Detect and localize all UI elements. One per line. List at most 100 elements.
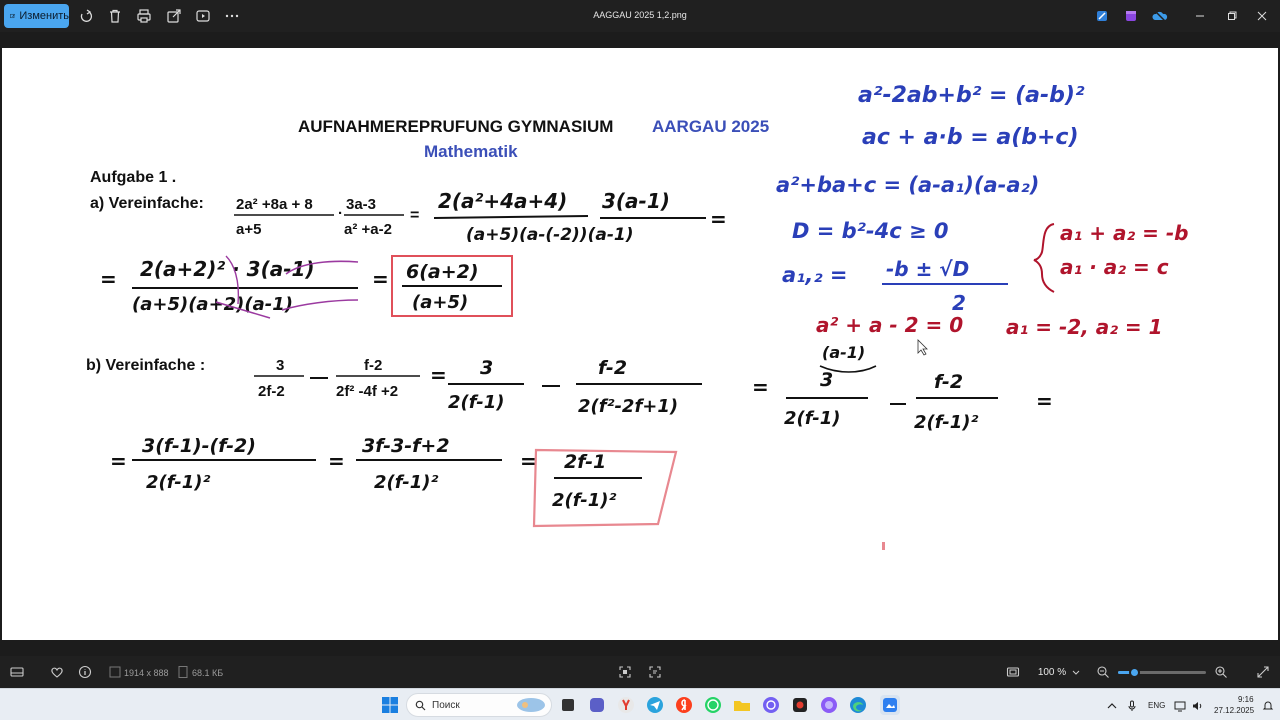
note-formula-1: a²-2ab+b² = (a-b)² <box>858 83 1085 108</box>
hw-b-step2-f2-denominator: 2(f-1)² <box>914 412 978 433</box>
note-formula-2: ac + a·b = a(b+c) <box>862 125 1079 150</box>
zoom-slider[interactable] <box>1118 667 1206 678</box>
window-title: AAGGAU 2025 1,2.png <box>593 10 687 20</box>
search-highlight-icon <box>517 698 545 712</box>
hw-b-result-denominator: 2(f-1)² <box>552 490 616 511</box>
note-vieta-2: a₁ · a₂ = c <box>1060 255 1169 279</box>
taskbar-search[interactable]: Поиск <box>406 693 552 717</box>
taskbar-app-file-viewer[interactable] <box>558 695 578 715</box>
note-formula-5-numerator: -b ± √D <box>886 257 969 281</box>
taskbar-app-photos-active[interactable] <box>880 695 900 715</box>
note-vieta-1: a₁ + a₂ = -b <box>1060 221 1189 245</box>
hw-b-step2-f1-denominator: 2(f-1) <box>784 408 841 429</box>
image-filesize: 68.1 КБ <box>192 668 224 678</box>
minimize-icon[interactable] <box>1192 8 1208 24</box>
part-a-label: a) Vereinfache: <box>90 195 204 212</box>
hw-b-step1-f2-numerator: f-2 <box>598 357 627 379</box>
note-formula-5-lhs: a₁,₂ = <box>782 263 847 287</box>
note-solve-equation: a² + a - 2 = 0 <box>816 313 963 337</box>
onedrive-icon[interactable] <box>1152 8 1168 24</box>
text-scan-icon[interactable] <box>648 665 662 679</box>
favorite-icon[interactable] <box>50 665 64 679</box>
image-dimensions: 1914 x 888 <box>124 668 169 678</box>
hw-b-step2-f1-numerator: 3 <box>820 369 833 391</box>
note-formula-5-denominator: 2 <box>952 291 966 315</box>
zoom-level: 100 % <box>1037 666 1067 678</box>
title-bar: Изменить AAGGAU 2025 1,2.png <box>0 0 1280 32</box>
zoom-in-icon[interactable] <box>1214 665 1228 679</box>
hw-a-step1-frac2-numerator: 3(a-1) <box>602 189 670 213</box>
hw-b-step1-f1-numerator: 3 <box>480 357 493 379</box>
a-fraction2-denominator: a² +a-2 <box>344 221 392 238</box>
microphone-icon[interactable] <box>1126 699 1138 711</box>
notifications-icon[interactable] <box>1262 699 1274 711</box>
taskbar-app-whatsapp[interactable] <box>703 695 723 715</box>
part-b-label: b) Vereinfache : <box>86 357 205 374</box>
svg-text:=: = <box>110 449 127 473</box>
mouse-cursor-icon <box>917 339 928 356</box>
svg-text:=: = <box>410 207 419 224</box>
taskbar: Поиск ENG 9:16 27.12.2025 <box>0 688 1280 720</box>
dimensions-icon <box>108 665 121 679</box>
svg-text:=: = <box>1036 389 1053 413</box>
hw-a-result-denominator: (a+5) <box>412 292 468 313</box>
clipchamp-icon[interactable] <box>1123 8 1139 24</box>
hw-b-step3-numerator: 3(f-1)-(f-2) <box>142 435 256 457</box>
svg-text:=: = <box>372 267 389 291</box>
close-icon[interactable] <box>1254 8 1270 24</box>
taskbar-app-viber[interactable] <box>761 695 781 715</box>
worksheet-subheading: Mathematik <box>424 142 518 161</box>
taskbar-app-yandex[interactable] <box>674 695 694 715</box>
taskbar-app-edge[interactable] <box>848 695 868 715</box>
crop-fit-icon[interactable] <box>618 665 632 679</box>
svg-text:=: = <box>752 375 769 399</box>
note-roots: a₁ = -2, a₂ = 1 <box>1006 315 1163 339</box>
taskbar-app-file-explorer[interactable] <box>732 695 752 715</box>
filesize-icon <box>176 665 188 679</box>
hw-b-step1-f2-denominator: 2(f²-2f+1) <box>578 396 678 417</box>
fullscreen-icon[interactable] <box>1256 665 1270 679</box>
input-language[interactable]: ENG <box>1148 701 1165 710</box>
zoom-slider-thumb[interactable] <box>1128 667 1140 678</box>
clock-time[interactable]: 9:16 <box>1238 695 1254 704</box>
b-fraction1-denominator: 2f-2 <box>258 383 285 400</box>
start-button[interactable] <box>380 695 400 715</box>
svg-text:·: · <box>338 205 343 222</box>
taskbar-app-purple-app[interactable] <box>819 695 839 715</box>
info-icon[interactable] <box>78 665 92 679</box>
b-fraction2-numerator: f-2 <box>364 357 382 374</box>
worksheet-heading-accent: AARGAU 2025 <box>652 117 769 136</box>
image-editor-icon[interactable] <box>1094 8 1110 24</box>
image-canvas[interactable]: AUFNAHMEREPRUFUNG GYMNASIUM AARGAU 2025 … <box>0 32 1280 656</box>
zoom-out-icon[interactable] <box>1096 665 1110 679</box>
volume-icon[interactable] <box>1192 699 1204 711</box>
svg-text:=: = <box>328 449 345 473</box>
filmstrip-icon[interactable] <box>10 665 24 679</box>
worksheet-drawing: AUFNAHMEREPRUFUNG GYMNASIUM AARGAU 2025 … <box>86 83 1189 550</box>
taskbar-app-yandex-browser[interactable] <box>616 695 636 715</box>
zoom-dropdown[interactable]: 100 % <box>1030 662 1088 682</box>
search-icon <box>415 700 426 710</box>
hw-b-step4-numerator: 3f-3-f+2 <box>362 435 450 457</box>
restore-icon[interactable] <box>1224 8 1240 24</box>
note-formula-4: D = b²-4c ≥ 0 <box>792 219 949 243</box>
svg-text:=: = <box>430 363 447 387</box>
taskbar-app-screen-recorder[interactable] <box>790 695 810 715</box>
search-placeholder: Поиск <box>432 699 460 711</box>
svg-text:=: = <box>100 267 117 291</box>
hw-b-step1-f1-denominator: 2(f-1) <box>448 392 505 413</box>
a-fraction1-numerator: 2a² +8a + 8 <box>236 196 313 213</box>
clock-date[interactable]: 27.12.2025 <box>1214 706 1254 715</box>
math-worksheet-image: AUFNAHMEREPRUFUNG GYMNASIUM AARGAU 2025 … <box>2 48 1278 640</box>
note-factor: (a-1) <box>822 343 865 362</box>
taskbar-app-copilot[interactable] <box>587 695 607 715</box>
a-fraction1-denominator: a+5 <box>236 221 261 238</box>
taskbar-app-telegram[interactable] <box>645 695 665 715</box>
network-icon[interactable] <box>1174 699 1186 712</box>
a-fraction2-numerator: 3a-3 <box>346 196 376 213</box>
hw-a-step1-denominator: (a+5)(a-(-2))(a-1) <box>466 225 633 245</box>
hw-b-result-numerator: 2f-1 <box>564 451 606 473</box>
fit-to-window-icon[interactable] <box>1006 665 1020 679</box>
show-hidden-icons-icon[interactable] <box>1106 699 1118 711</box>
hw-b-step2-f2-numerator: f-2 <box>934 371 963 393</box>
